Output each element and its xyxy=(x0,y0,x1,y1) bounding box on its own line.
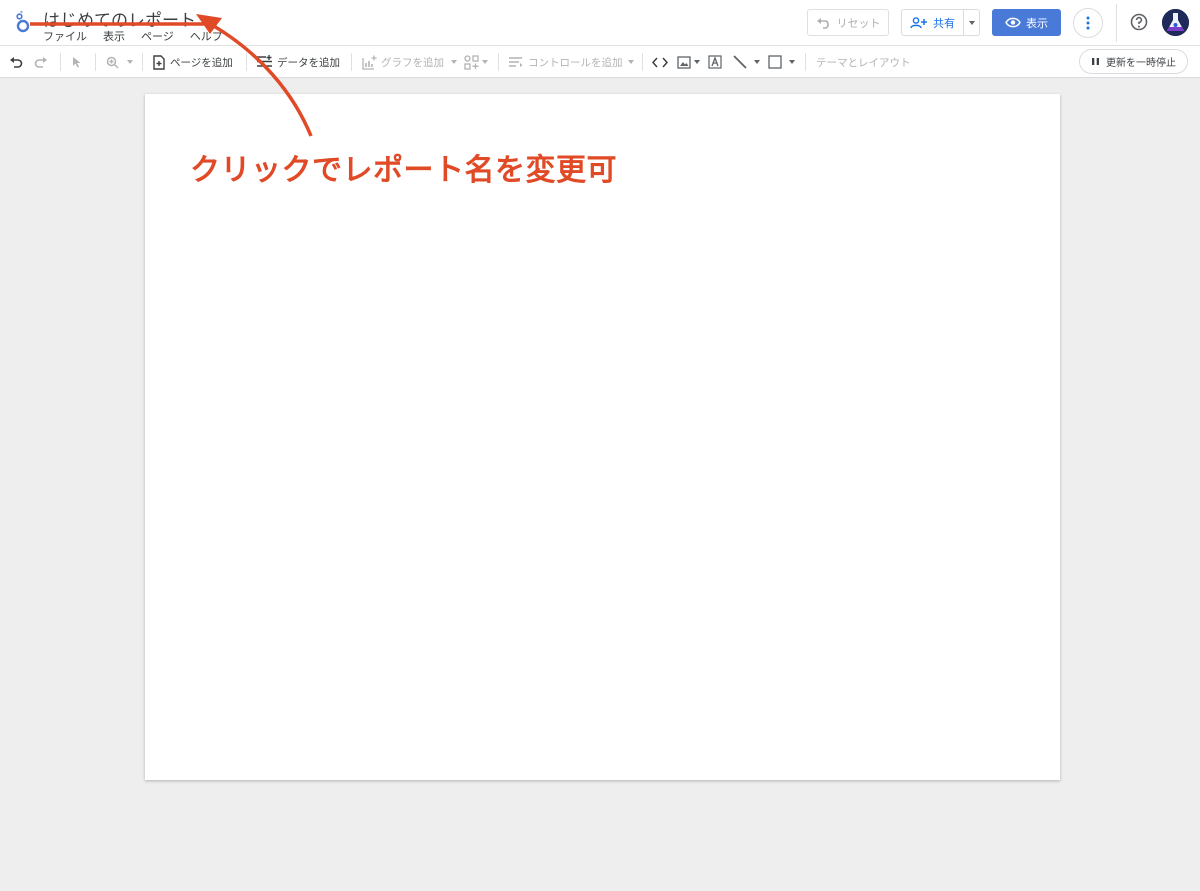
zoom-button[interactable] xyxy=(106,46,133,78)
eye-icon xyxy=(1005,17,1021,28)
chevron-down-icon xyxy=(754,60,760,64)
add-control-label: コントロールを追加 xyxy=(528,56,623,69)
add-chart-button[interactable]: グラフを追加 xyxy=(362,46,457,78)
image-icon xyxy=(677,55,691,69)
add-page-button[interactable]: ページを追加 xyxy=(153,46,233,78)
annotation-text: クリックでレポート名を変更可 xyxy=(190,153,617,188)
toolbar-divider xyxy=(351,53,352,71)
chevron-down-icon xyxy=(127,60,133,64)
pause-updates-button[interactable]: 更新を一時停止 xyxy=(1079,49,1188,74)
chevron-down-icon xyxy=(482,60,488,64)
add-person-icon xyxy=(910,16,927,28)
help-icon[interactable] xyxy=(1129,12,1149,32)
looker-studio-logo-icon[interactable] xyxy=(13,10,33,34)
share-button[interactable]: 共有 xyxy=(902,10,964,35)
add-page-icon xyxy=(153,54,165,70)
toolbar-divider xyxy=(498,53,499,71)
reset-button[interactable]: リセット xyxy=(807,9,889,36)
reset-label: リセット xyxy=(836,16,881,30)
control-icon xyxy=(509,57,523,67)
undo-button[interactable] xyxy=(9,46,23,78)
edit-toolbar: ページを追加 データを追加 グラフを追加 コントロールを追加 テーマとレイアウト… xyxy=(0,46,1200,78)
undo-icon xyxy=(10,57,23,68)
toolbar-divider xyxy=(805,53,806,71)
shape-button[interactable] xyxy=(768,46,795,78)
pause-updates-label: 更新を一時停止 xyxy=(1106,58,1176,69)
avatar-image xyxy=(1162,9,1189,36)
add-page-label: ページを追加 xyxy=(170,56,233,69)
image-button[interactable] xyxy=(677,46,700,78)
community-viz-button[interactable] xyxy=(464,46,488,78)
add-data-label: データを追加 xyxy=(277,56,340,69)
report-canvas[interactable] xyxy=(145,94,1060,780)
toolbar-divider xyxy=(246,53,247,71)
chevron-down-icon xyxy=(451,60,457,64)
embed-url-button[interactable] xyxy=(652,46,668,78)
theme-layout-label: テーマとレイアウト xyxy=(816,56,911,69)
more-options-button[interactable] xyxy=(1073,8,1103,38)
add-chart-icon xyxy=(362,55,377,70)
avatar[interactable] xyxy=(1162,9,1189,36)
app-header: はじめてのレポート ファイル 表示 ページ ヘルプ リセット 共有 表示 xyxy=(0,0,1200,46)
header-divider xyxy=(1116,4,1117,42)
toolbar-divider xyxy=(60,53,61,71)
view-label: 表示 xyxy=(1026,16,1048,30)
line-icon xyxy=(733,55,747,69)
text-button[interactable] xyxy=(708,46,722,78)
text-icon xyxy=(708,55,722,69)
code-icon xyxy=(652,57,668,67)
community-viz-icon xyxy=(464,54,479,70)
chevron-down-icon xyxy=(789,60,795,64)
share-button-group: 共有 xyxy=(901,9,980,36)
menu-view[interactable]: 表示 xyxy=(103,28,125,44)
select-tool[interactable] xyxy=(72,46,82,78)
menu-help[interactable]: ヘルプ xyxy=(190,28,223,44)
rectangle-icon xyxy=(768,55,782,69)
redo-button[interactable] xyxy=(34,46,48,78)
zoom-icon xyxy=(106,56,119,68)
more-vert-icon xyxy=(1086,16,1090,30)
toolbar-divider xyxy=(642,53,643,71)
chevron-down-icon xyxy=(627,60,634,64)
chevron-down-icon xyxy=(968,20,975,25)
add-data-button[interactable]: データを追加 xyxy=(256,46,340,78)
chevron-down-icon xyxy=(694,60,700,64)
menu-bar: ファイル 表示 ページ ヘルプ xyxy=(43,28,239,44)
add-data-icon xyxy=(257,55,272,67)
undo-icon xyxy=(816,17,829,29)
menu-page[interactable]: ページ xyxy=(141,28,174,44)
theme-layout-button[interactable]: テーマとレイアウト xyxy=(816,46,911,78)
view-button[interactable]: 表示 xyxy=(992,9,1061,36)
redo-icon xyxy=(34,57,47,68)
pause-icon xyxy=(1092,58,1099,65)
add-control-button[interactable]: コントロールを追加 xyxy=(508,46,634,78)
line-button[interactable] xyxy=(733,46,760,78)
add-chart-label: グラフを追加 xyxy=(381,56,444,69)
share-label: 共有 xyxy=(933,16,955,30)
share-dropdown-button[interactable] xyxy=(964,10,979,35)
menu-file[interactable]: ファイル xyxy=(43,28,87,44)
select-cursor-icon xyxy=(73,57,81,68)
toolbar-divider xyxy=(95,53,96,71)
toolbar-divider xyxy=(142,53,143,71)
